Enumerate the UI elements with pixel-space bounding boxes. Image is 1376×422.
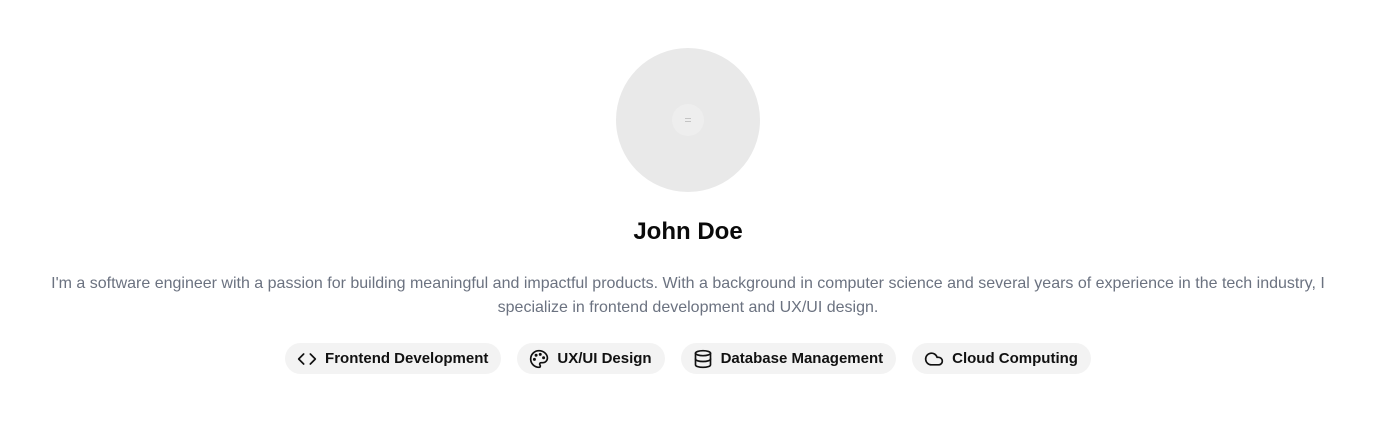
skill-tag-cloud-computing: Cloud Computing — [912, 343, 1091, 374]
profile-bio: I'm a software engineer with a passion f… — [0, 272, 1376, 320]
database-icon — [693, 349, 713, 369]
profile-page: John Doe I'm a software engineer with a … — [0, 0, 1376, 422]
palette-icon — [529, 349, 549, 369]
skill-label: Frontend Development — [325, 350, 489, 367]
skill-label: Cloud Computing — [952, 350, 1078, 367]
skill-tag-database-management: Database Management — [680, 343, 897, 374]
bio-line: I'm a software engineer with a passion f… — [51, 275, 1325, 292]
avatar — [616, 48, 760, 192]
profile-name: John Doe — [633, 218, 743, 245]
skill-label: Database Management — [720, 350, 884, 367]
image-placeholder-icon — [672, 104, 704, 136]
skill-tag-ux-ui-design: UX/UI Design — [517, 343, 665, 374]
skill-tag-frontend-development: Frontend Development — [285, 343, 502, 374]
skills-list: Frontend Development UX/UI Design Databa… — [0, 343, 1376, 374]
bio-line: specialize in frontend development and U… — [497, 299, 879, 316]
cloud-icon — [924, 349, 944, 369]
code-icon — [297, 349, 317, 369]
skill-label: UX/UI Design — [557, 350, 652, 367]
